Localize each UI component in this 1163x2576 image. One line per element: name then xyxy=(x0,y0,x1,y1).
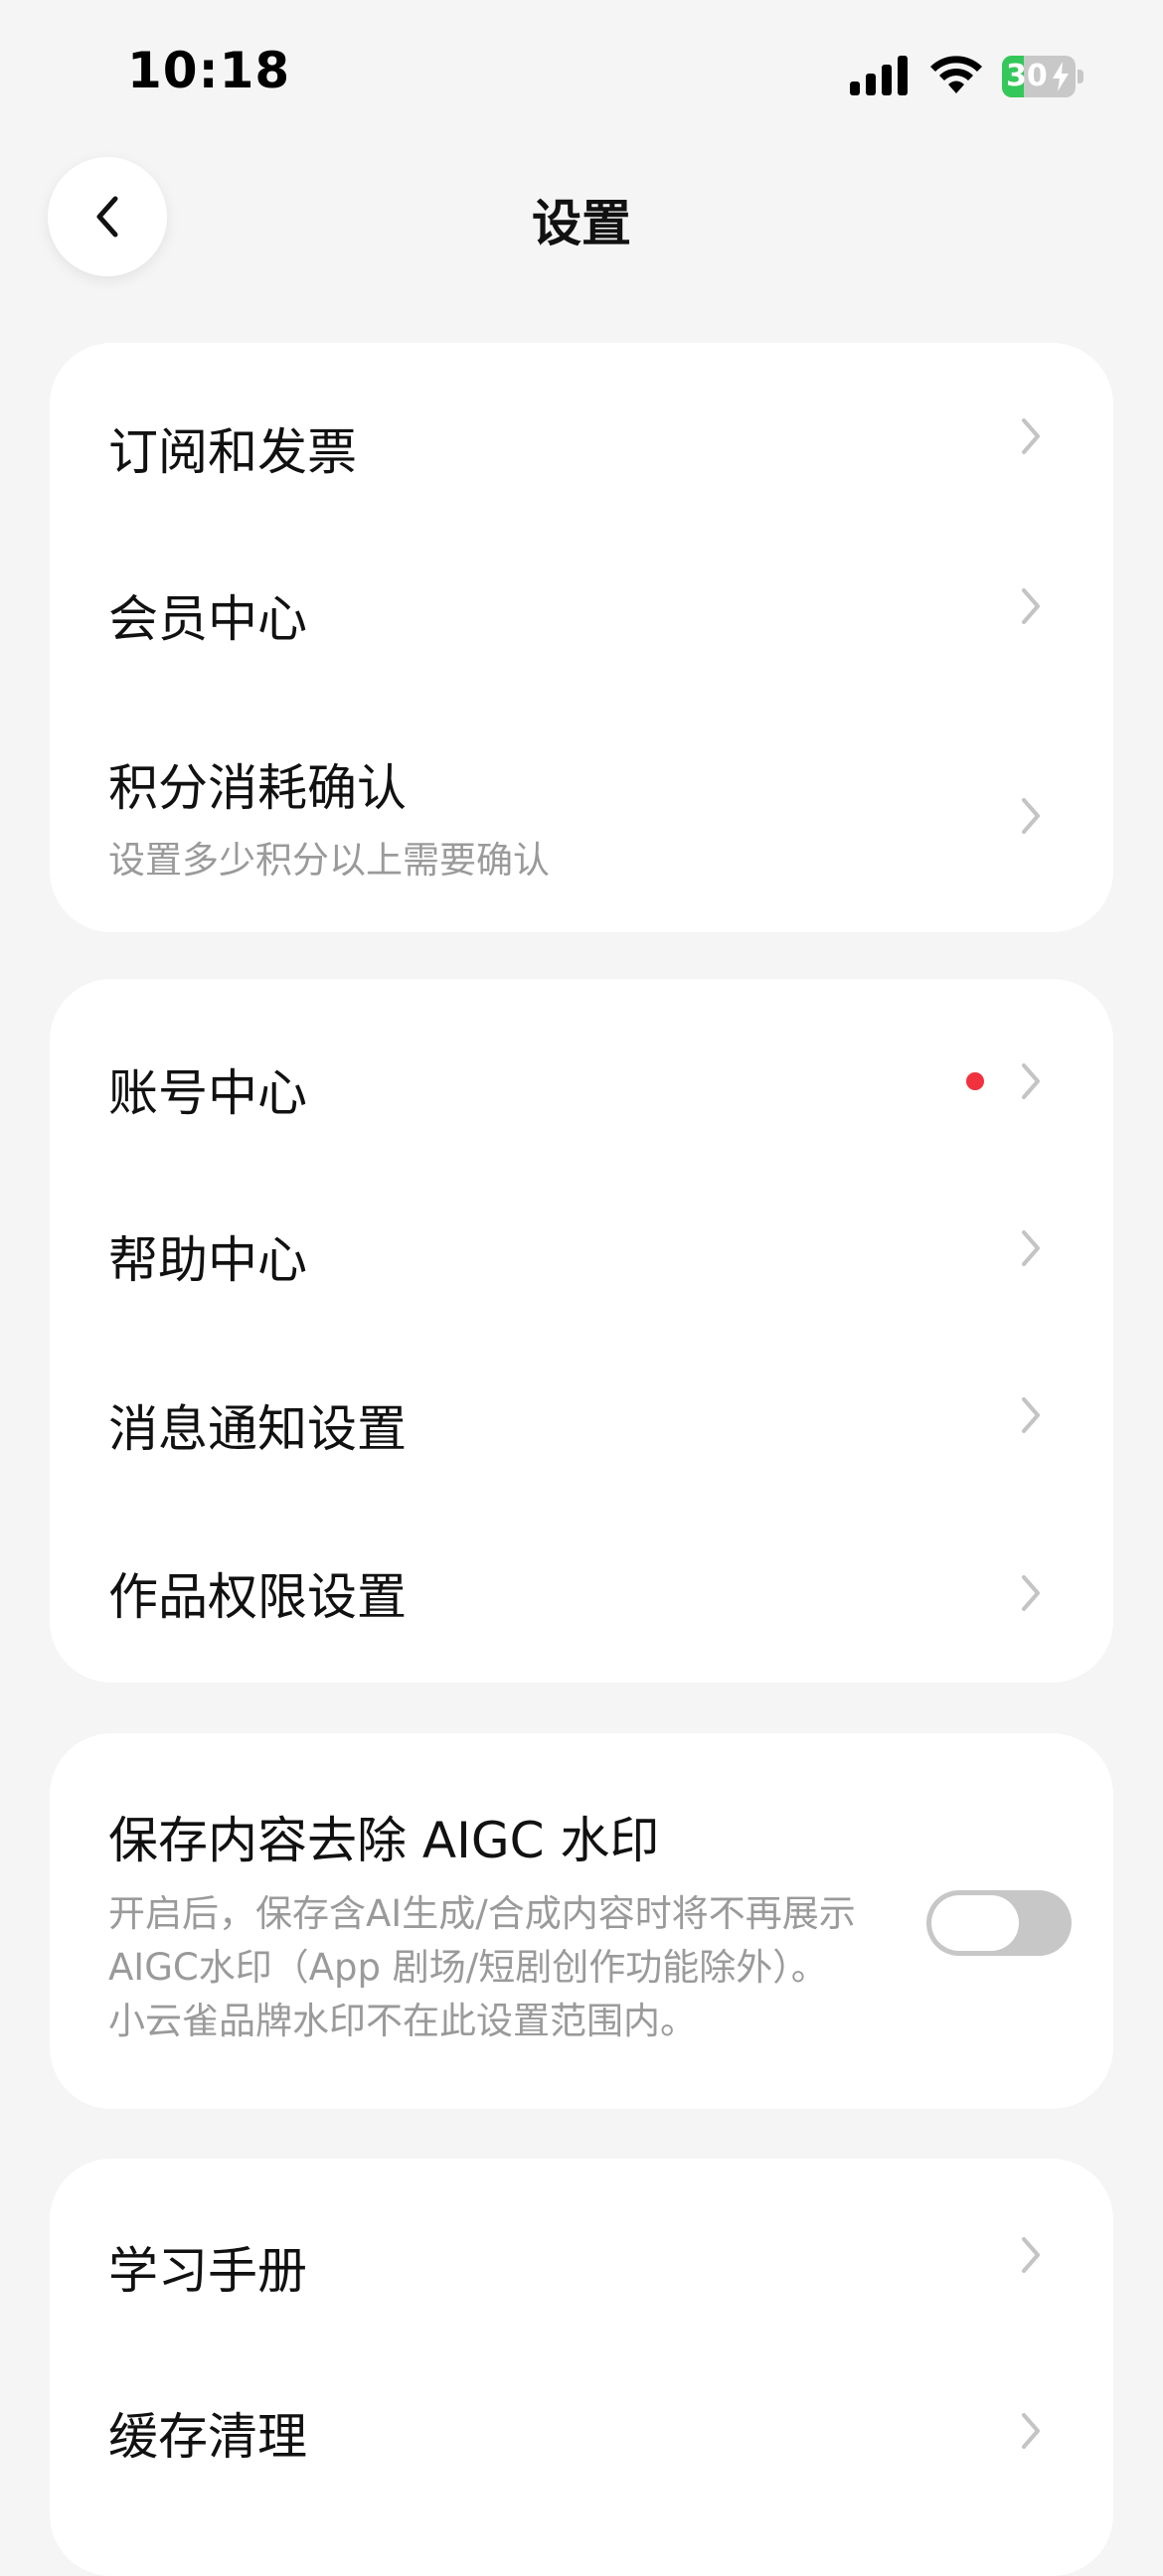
chevron-right-icon xyxy=(1022,1397,1040,1433)
notification-settings-row[interactable]: 消息通知设置 xyxy=(50,1317,1113,1486)
battery-nub xyxy=(1078,70,1083,83)
account-center-row[interactable]: 账号中心 xyxy=(50,979,1113,1148)
row-sublabel: 设置多少积分以上需要确认 xyxy=(108,839,550,882)
settings-group-misc: 学习手册 缓存清理 xyxy=(50,2159,1113,2576)
row-label: 订阅和发票 xyxy=(108,423,357,481)
battery-level-text: 30 xyxy=(1006,59,1048,93)
description-line: 开启后，保存含AI生成/合成内容时将不再展示 xyxy=(108,1892,856,1935)
toggle-knob xyxy=(931,1895,1019,1951)
work-permission-row[interactable]: 作品权限设置 xyxy=(50,1486,1113,1683)
help-center-row[interactable]: 帮助中心 xyxy=(50,1148,1113,1317)
chevron-right-icon xyxy=(1022,1575,1040,1611)
row-label: 学习手册 xyxy=(108,2242,307,2300)
wifi-icon xyxy=(930,56,982,93)
chevron-right-icon xyxy=(1022,2237,1040,2273)
membership-center-row[interactable]: 会员中心 xyxy=(50,502,1113,671)
description-line: 小云雀品牌水印不在此设置范围内。 xyxy=(108,2000,697,2042)
cellular-signal-icon xyxy=(850,56,908,95)
learning-manual-row[interactable]: 学习手册 xyxy=(50,2159,1113,2328)
charging-bolt-icon xyxy=(1053,62,1069,91)
settings-group-account: 账号中心 帮助中心 消息通知设置 作品权限设置 xyxy=(50,979,1113,1683)
settings-group-billing: 订阅和发票 会员中心 积分消耗确认 设置多少积分以上需要确认 xyxy=(50,343,1113,932)
chevron-right-icon xyxy=(1022,588,1040,624)
subscription-invoice-row[interactable]: 订阅和发票 xyxy=(50,343,1113,502)
row-label: 消息通知设置 xyxy=(108,1400,407,1458)
chevron-right-icon xyxy=(1022,1230,1040,1266)
battery-body: 30 xyxy=(1002,56,1076,97)
settings-group-aigc: 保存内容去除 AIGC 水印 开启后，保存含AI生成/合成内容时将不再展示 AI… xyxy=(50,1733,1113,2109)
description-line: AIGC水印（App 剧场/短剧创作功能除外）。 xyxy=(108,1946,828,1989)
row-label: 积分消耗确认 xyxy=(108,759,407,817)
aigc-watermark-toggle[interactable] xyxy=(926,1890,1072,1956)
page-title: 设置 xyxy=(532,195,631,252)
status-bar: 10:18 30 xyxy=(0,0,1163,149)
row-label: 缓存清理 xyxy=(108,2408,307,2466)
status-time: 10:18 xyxy=(127,42,291,99)
row-label: 作品权限设置 xyxy=(108,1568,407,1626)
notification-dot xyxy=(966,1072,984,1090)
chevron-right-icon xyxy=(1022,798,1040,834)
chevron-right-icon xyxy=(1022,2413,1040,2449)
row-label: 帮助中心 xyxy=(108,1231,307,1289)
aigc-watermark-description: 开启后，保存含AI生成/合成内容时将不再展示 AIGC水印（App 剧场/短剧创… xyxy=(108,1887,963,2048)
chevron-right-icon xyxy=(1022,418,1040,454)
aigc-watermark-title: 保存内容去除 AIGC 水印 xyxy=(108,1812,660,1869)
cache-cleanup-row[interactable]: 缓存清理 xyxy=(50,2328,1113,2516)
points-confirm-row[interactable]: 积分消耗确认 设置多少积分以上需要确认 xyxy=(50,671,1113,932)
chevron-right-icon xyxy=(1022,1063,1040,1099)
row-label: 账号中心 xyxy=(108,1064,307,1122)
battery-charging-icon: 30 xyxy=(1002,56,1083,97)
row-label: 会员中心 xyxy=(108,590,307,648)
